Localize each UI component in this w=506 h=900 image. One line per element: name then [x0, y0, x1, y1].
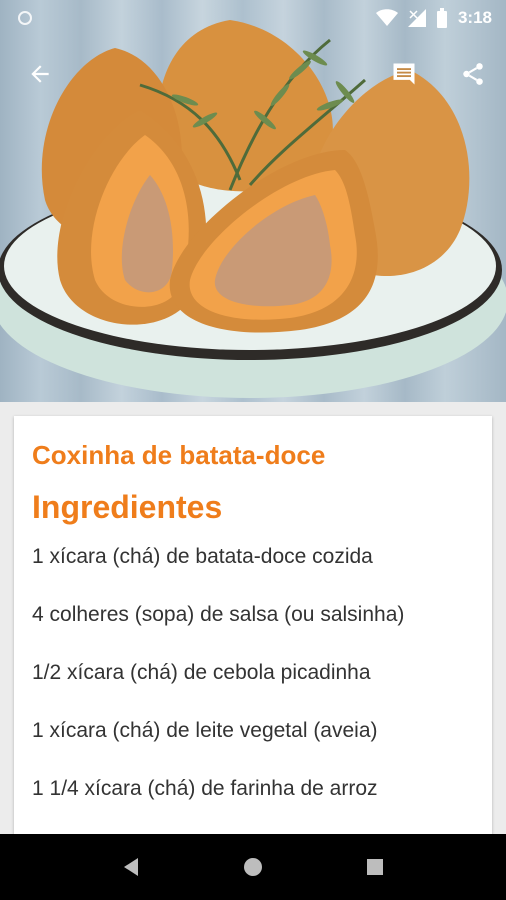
coxinha-photo — [0, 20, 506, 398]
comment-icon — [393, 63, 415, 85]
square-recents-icon — [367, 859, 383, 875]
ingredient-item: 1 xícara (chá) de batata-doce cozida — [32, 545, 373, 568]
ingredient-item: 1 1/4 xícara (chá) de farinha de arroz — [32, 777, 378, 800]
system-nav-bar — [0, 834, 506, 900]
nav-home-button[interactable] — [233, 847, 273, 887]
status-bar: 3:18 — [0, 0, 506, 36]
back-button[interactable] — [22, 56, 58, 92]
ingredient-item: 1 xícara (chá) de leite vegetal (aveia) — [32, 719, 378, 742]
wifi-icon — [375, 9, 398, 26]
recipe-card: Coxinha de batata-doce Ingredientes 1 xí… — [14, 416, 492, 846]
ingredients-heading: Ingredientes — [32, 489, 223, 525]
triangle-back-icon — [124, 858, 138, 876]
ingredient-item: 4 colheres (sopa) de salsa (ou salsinha) — [32, 603, 405, 626]
recipe-title: Coxinha de batata-doce — [32, 440, 326, 470]
comments-button[interactable] — [386, 56, 422, 92]
share-icon — [463, 63, 483, 85]
status-time: 3:18 — [457, 8, 492, 27]
share-button[interactable] — [455, 56, 491, 92]
notification-dot-icon — [18, 11, 32, 25]
battery-icon — [436, 8, 447, 28]
nav-back-button[interactable] — [111, 847, 151, 887]
circle-home-icon — [244, 858, 262, 876]
hero-image — [0, 0, 506, 402]
ingredients-list: 1 xícara (chá) de batata-doce cozida 4 c… — [32, 542, 474, 803]
ingredient-item: 1/2 xícara (chá) de cebola picadinha — [32, 661, 371, 684]
nav-recents-button[interactable] — [355, 847, 395, 887]
arrow-back-icon — [31, 65, 49, 83]
signal-icon — [407, 9, 426, 27]
